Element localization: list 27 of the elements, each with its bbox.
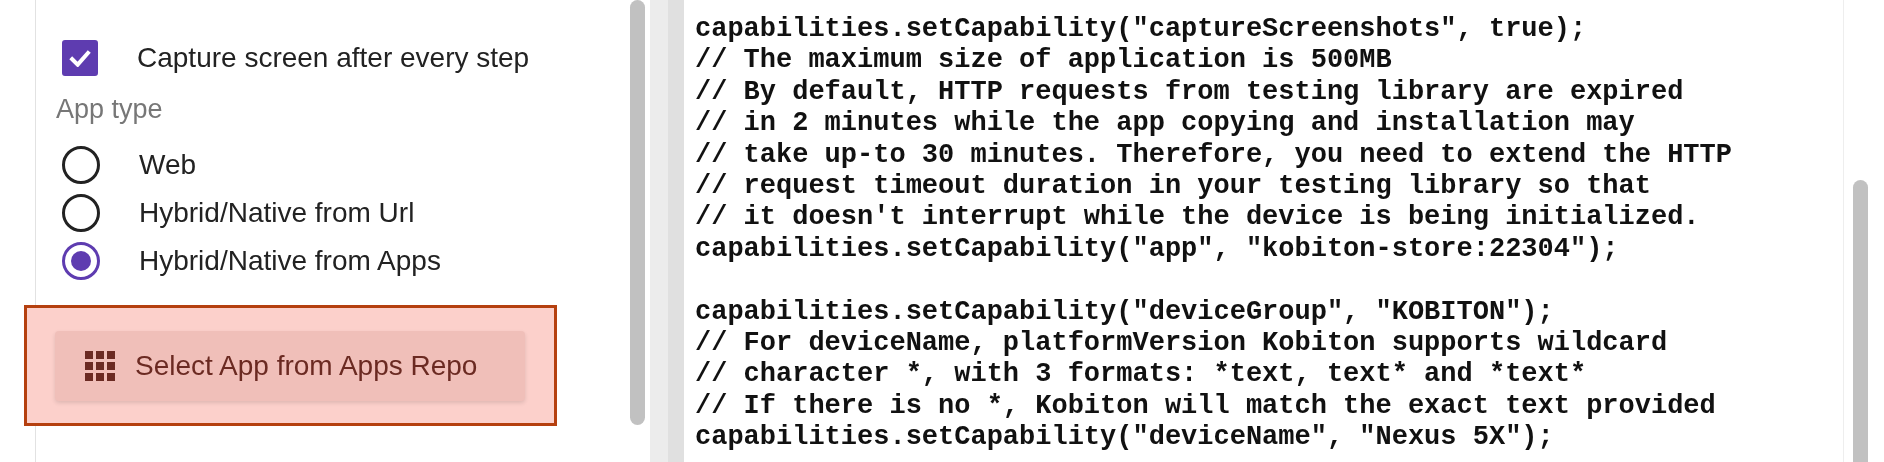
scrollbar[interactable]: [1853, 180, 1868, 462]
code-line: // take up-to 30 minutes. Therefore, you need to extend the HTTP: [695, 139, 1732, 171]
code-line: // in 2 minutes while the app copying and installation may: [695, 108, 1635, 140]
code-line: // For deviceName, platformVersion Kobiton supports wildcard: [695, 327, 1668, 360]
code-line: // If there is no *, Kobiton will match the exact text provided: [695, 390, 1716, 423]
code-line: // it doesn't interrupt while the device is being initialized.: [695, 202, 1700, 234]
code-line: capabilities.setCapability("captureScreenshots", true);: [695, 14, 1587, 46]
select-app-button[interactable]: Select App from Apps Repo: [55, 331, 525, 401]
radio-button[interactable]: [62, 146, 100, 184]
code-line: // request timeout duration in your testing library so that: [695, 170, 1651, 203]
checkbox[interactable]: [62, 40, 98, 76]
scrollbar[interactable]: [630, 0, 645, 425]
grid-icon: [85, 351, 115, 381]
code-line: capabilities.setCapability("deviceName", "Nexus 5X");: [695, 422, 1554, 454]
code-line: capabilities.setCapability("app", "kobiton-store:22304");: [695, 233, 1619, 266]
code-line: capabilities.setCapability("deviceGroup", "KOBITON");: [695, 296, 1554, 328]
code-line: // character *, with 3 formats: *text, text* and *text*: [695, 359, 1587, 391]
code-line: // The maximum size of application is 500MB: [695, 45, 1392, 77]
radio-button[interactable]: [62, 194, 100, 232]
radio-label: Hybrid/Native from Apps: [139, 245, 441, 277]
code-line: // By default, HTTP requests from testing library are expired: [695, 76, 1684, 109]
radio-label: Hybrid/Native from Url: [139, 197, 415, 229]
check-icon: [69, 49, 91, 67]
checkbox-label: Capture screen after every step: [137, 42, 530, 74]
section-label: App type: [55, 94, 164, 125]
radio-label: Web: [139, 149, 197, 181]
radio-button[interactable]: [62, 242, 100, 280]
